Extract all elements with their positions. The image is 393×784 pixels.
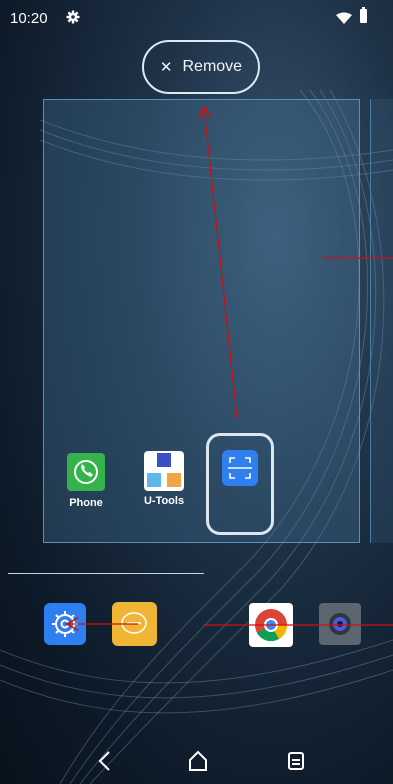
status-bar: 10:20 [0,0,393,36]
back-icon[interactable] [95,750,115,772]
home-icon[interactable] [187,750,209,772]
close-icon: ✕ [159,59,173,76]
messages-icon[interactable] [112,602,157,646]
status-time: 10:20 [10,10,48,27]
app-label-phone: Phone [69,497,103,509]
wifi-icon [336,12,352,24]
recents-icon[interactable] [286,750,306,772]
settings-notification-icon [66,10,80,24]
battery-icon [360,7,367,23]
phone-icon [67,453,105,491]
app-phone[interactable]: Phone [51,453,121,509]
remove-drop-target[interactable]: ✕ Remove [142,40,260,94]
next-page-preview[interactable] [370,99,393,543]
dragged-app-selection[interactable] [206,433,274,535]
chrome-icon[interactable] [249,603,293,647]
settings-icon[interactable] [44,603,86,645]
remove-label: Remove [182,58,243,75]
app-utools[interactable]: U-Tools [129,451,199,507]
dock-divider [8,573,204,574]
scanner-icon [222,450,258,486]
camera-icon[interactable] [319,603,361,645]
app-label-utools: U-Tools [143,495,185,507]
utools-icon [144,451,184,491]
navigation-bar [0,738,393,784]
